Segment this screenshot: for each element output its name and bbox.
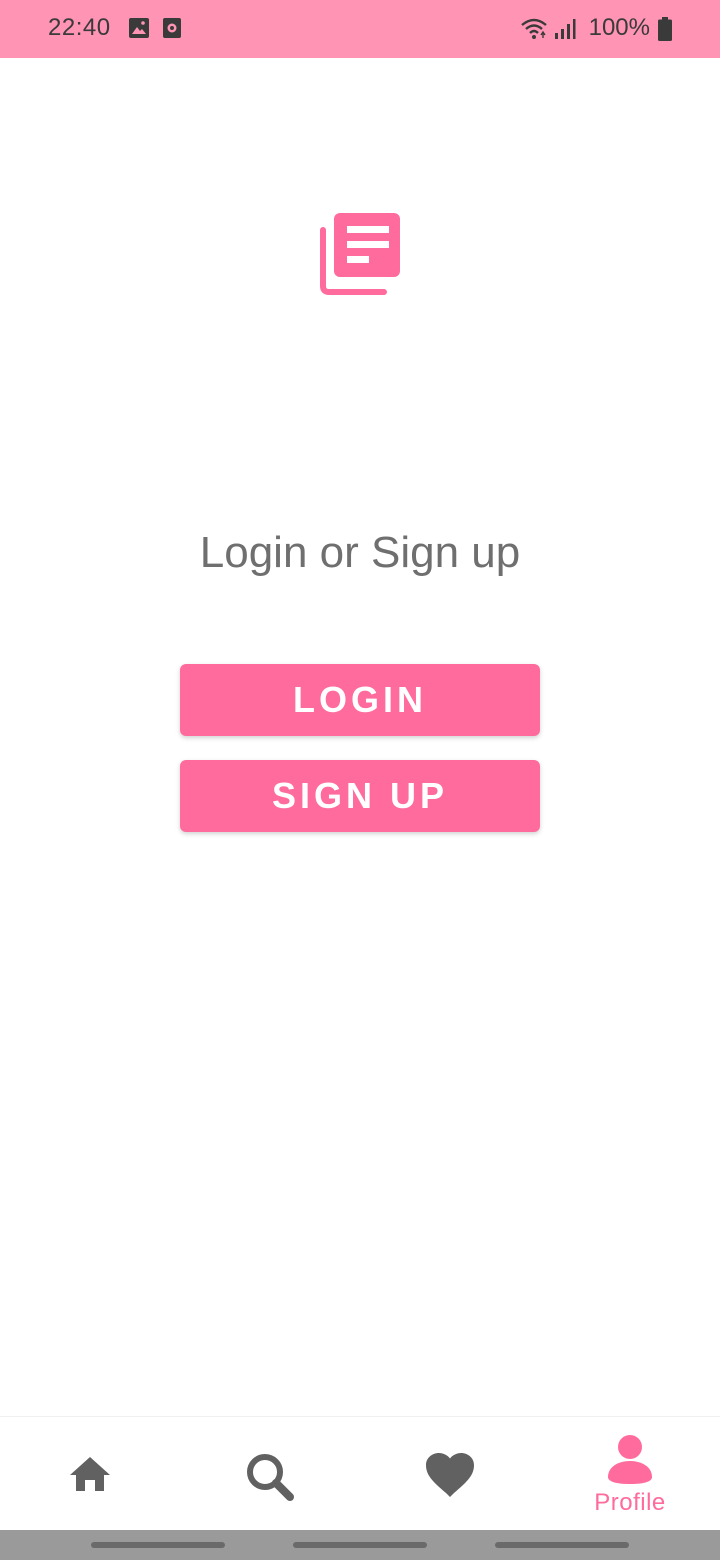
- status-time: 22:40: [48, 14, 111, 41]
- gesture-pill: [91, 1542, 225, 1548]
- wifi-icon: [521, 18, 547, 39]
- image-icon: [129, 18, 149, 38]
- home-icon: [70, 1457, 110, 1491]
- gesture-pill: [495, 1542, 629, 1548]
- auth-title: Login or Sign up: [199, 528, 521, 577]
- app-logo-icon: [320, 213, 400, 295]
- system-navigation-bar: [0, 1530, 720, 1560]
- nav-label-profile: Profile: [594, 1489, 666, 1516]
- gesture-pill: [293, 1542, 427, 1548]
- login-button[interactable]: LOGIN: [180, 664, 540, 736]
- media-icon: [163, 18, 181, 38]
- nav-item-favorites[interactable]: [360, 1417, 540, 1531]
- nav-item-search[interactable]: [180, 1417, 360, 1531]
- heart-icon: [426, 1453, 474, 1497]
- signup-button-label: SIGN UP: [271, 775, 449, 816]
- nav-item-profile[interactable]: Profile: [540, 1417, 720, 1531]
- signup-button[interactable]: SIGN UP: [180, 760, 540, 832]
- status-bar: 22:40 100%: [0, 0, 720, 58]
- search-icon: [247, 1454, 294, 1501]
- login-button-label: LOGIN: [293, 679, 427, 720]
- signal-icon: [555, 19, 576, 39]
- battery-icon: [658, 17, 672, 41]
- nav-item-home[interactable]: [0, 1417, 180, 1531]
- battery-percent: 100%: [588, 14, 650, 41]
- profile-icon: [608, 1435, 652, 1484]
- bottom-navigation: Profile: [0, 1416, 720, 1530]
